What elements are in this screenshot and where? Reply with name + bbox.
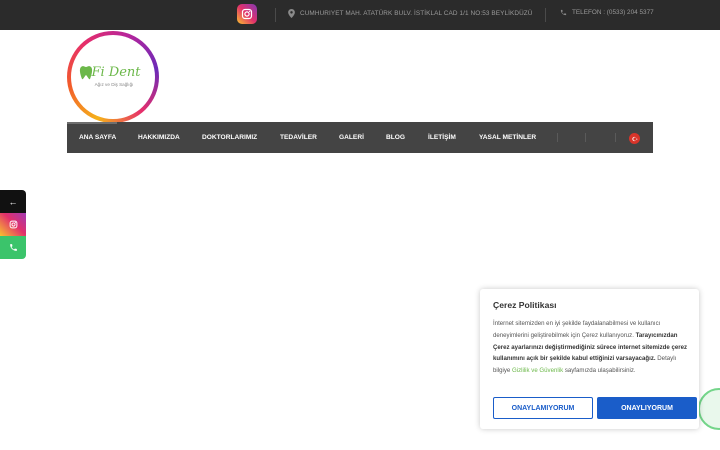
instagram-icon <box>9 220 17 229</box>
turkey-flag-icon <box>631 136 638 141</box>
divider <box>557 133 558 142</box>
cookie-consent-dialog: Çerez Politikası İnternet sitemizden en … <box>480 289 699 429</box>
phone-icon <box>560 9 567 16</box>
phone-info[interactable]: TELEFON : (0533) 204 5377 <box>560 9 654 16</box>
address-info: CUMHURIYET MAH. ATATÜRK BULV. İSTİKLAL C… <box>288 9 533 18</box>
logo-tagline: Ağız ve Diş Sağlığı <box>94 82 134 87</box>
divider <box>615 133 616 142</box>
divider <box>275 8 276 22</box>
cookie-text-end: sayfamızda ulaşabilirsiniz. <box>564 367 636 375</box>
instagram-icon <box>241 8 253 20</box>
arrow-left-icon: ← <box>8 196 18 207</box>
nav-item-blog[interactable]: BLOG <box>386 122 405 153</box>
nav-item-hakkimizda[interactable]: HAKKIMIZDA <box>138 122 180 153</box>
phone-text: TELEFON : (0533) 204 5377 <box>572 9 654 16</box>
social-sidebar: ← <box>0 190 26 259</box>
nav-item-doktorlarimiz[interactable]: DOKTORLARIMIZ <box>202 122 257 153</box>
language-selector[interactable] <box>629 133 640 144</box>
sidebar-call-button[interactable] <box>0 236 26 259</box>
instagram-link[interactable] <box>237 4 257 24</box>
nav-item-galeri[interactable]: GALERİ <box>339 122 364 153</box>
site-logo[interactable]: Fi Dent Ağız ve Diş Sağlığı <box>67 31 159 123</box>
logo-name: Fi Dent <box>91 65 141 80</box>
cookie-title: Çerez Politikası <box>493 300 557 310</box>
nav-item-tedaviler[interactable]: TEDAVİLER <box>280 122 317 153</box>
cookie-text: İnternet sitemizden en iyi şekilde fayda… <box>493 318 689 377</box>
nav-item-ana-sayfa[interactable]: ANA SAYFA <box>79 122 116 153</box>
nav-item-yasal-metinler[interactable]: YASAL METİNLER <box>479 122 536 153</box>
privacy-link[interactable]: Gizlilik ve Güvenlik <box>512 367 563 374</box>
accept-cookies-button[interactable]: ONAYLIYORUM <box>597 397 697 419</box>
phone-icon <box>9 244 17 251</box>
top-bar: CUMHURIYET MAH. ATATÜRK BULV. İSTİKLAL C… <box>0 0 720 30</box>
reject-cookies-button[interactable]: ONAYLAMIYORUM <box>493 397 593 419</box>
main-nav: ANA SAYFA HAKKIMIZDA DOKTORLARIMIZ TEDAV… <box>67 122 653 153</box>
address-text: CUMHURIYET MAH. ATATÜRK BULV. İSTİKLAL C… <box>300 10 533 17</box>
divider <box>585 133 586 142</box>
whatsapp-float-button[interactable] <box>698 388 720 430</box>
sidebar-toggle-button[interactable]: ← <box>0 190 26 213</box>
divider <box>545 8 546 22</box>
nav-item-iletisim[interactable]: İLETİŞİM <box>428 122 456 153</box>
logo-circle: Fi Dent Ağız ve Diş Sağlığı <box>71 35 155 119</box>
sidebar-instagram-button[interactable] <box>0 213 26 236</box>
map-pin-icon <box>288 9 295 18</box>
